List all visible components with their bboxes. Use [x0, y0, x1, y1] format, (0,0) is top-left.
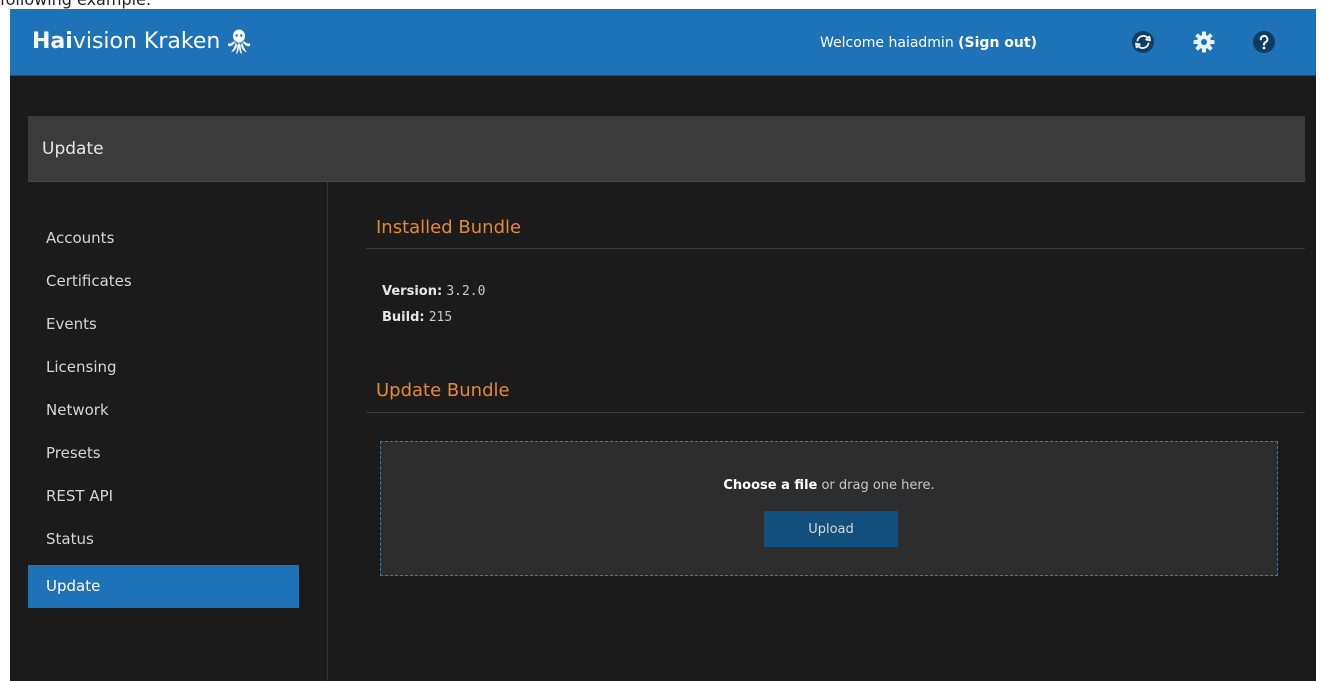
sidebar-item-label: Accounts: [46, 229, 115, 247]
gear-icon[interactable]: [1192, 30, 1216, 54]
welcome-text: Welcome haiadmin: [820, 35, 954, 51]
sidebar-item-presets[interactable]: Presets: [28, 432, 299, 475]
sign-out-link[interactable]: (Sign out): [958, 35, 1037, 51]
version-label: Version:: [382, 284, 443, 299]
page-title: Update: [42, 139, 104, 159]
upload-button[interactable]: Upload: [764, 511, 898, 547]
sidebar-item-network[interactable]: Network: [28, 389, 299, 432]
sidebar-item-label: Certificates: [46, 272, 132, 290]
kraken-icon: [228, 29, 251, 54]
build-value: 215: [428, 310, 453, 325]
app-window: Hai vision Kraken Welcome haiadmin (Sign …: [10, 9, 1316, 681]
section-divider: [366, 412, 1305, 413]
version-line: Version: 3.2.0: [382, 283, 485, 301]
sidebar-item-label: Network: [46, 401, 109, 419]
update-bundle-title: Update Bundle: [376, 380, 510, 401]
file-drop-zone[interactable]: Choose a file or drag one here. Upload: [380, 441, 1278, 576]
sidebar-item-label: REST API: [46, 487, 114, 505]
help-icon[interactable]: [1252, 30, 1276, 54]
build-label: Build:: [382, 310, 425, 325]
sidebar-item-licensing[interactable]: Licensing: [28, 346, 299, 389]
sidebar-item-rest-api[interactable]: REST API: [28, 475, 299, 518]
sidebar-item-label: Status: [46, 530, 94, 548]
sync-icon[interactable]: [1131, 30, 1155, 54]
sidebar-item-label: Update: [46, 577, 101, 595]
drop-instructions: Choose a file or drag one here.: [381, 477, 1277, 495]
choose-file-link[interactable]: Choose a file: [723, 478, 817, 493]
welcome-message: Welcome haiadmin (Sign out): [820, 33, 1037, 53]
top-bar: Hai vision Kraken Welcome haiadmin (Sign …: [10, 9, 1316, 76]
sidebar: Accounts Certificates Events Licensing N…: [28, 182, 328, 681]
installed-bundle-title: Installed Bundle: [376, 217, 522, 238]
section-divider: [366, 248, 1305, 249]
sidebar-item-status[interactable]: Status: [28, 518, 299, 561]
sidebar-item-update[interactable]: Update: [28, 565, 299, 608]
page-header-bar: Update: [28, 116, 1305, 182]
sidebar-item-label: Licensing: [46, 358, 117, 376]
brand-logo[interactable]: Hai vision Kraken: [32, 27, 254, 57]
version-value: 3.2.0: [446, 284, 486, 299]
sidebar-item-label: Presets: [46, 444, 101, 462]
sidebar-item-label: Events: [46, 315, 97, 333]
sidebar-item-accounts[interactable]: Accounts: [28, 217, 299, 260]
drag-text: or drag one here.: [817, 478, 935, 493]
build-line: Build: 215: [382, 309, 452, 327]
sidebar-item-events[interactable]: Events: [28, 303, 299, 346]
sidebar-item-certificates[interactable]: Certificates: [28, 260, 299, 303]
brand-rest: vision Kraken: [72, 29, 221, 54]
brand-bold: Hai: [32, 29, 73, 54]
